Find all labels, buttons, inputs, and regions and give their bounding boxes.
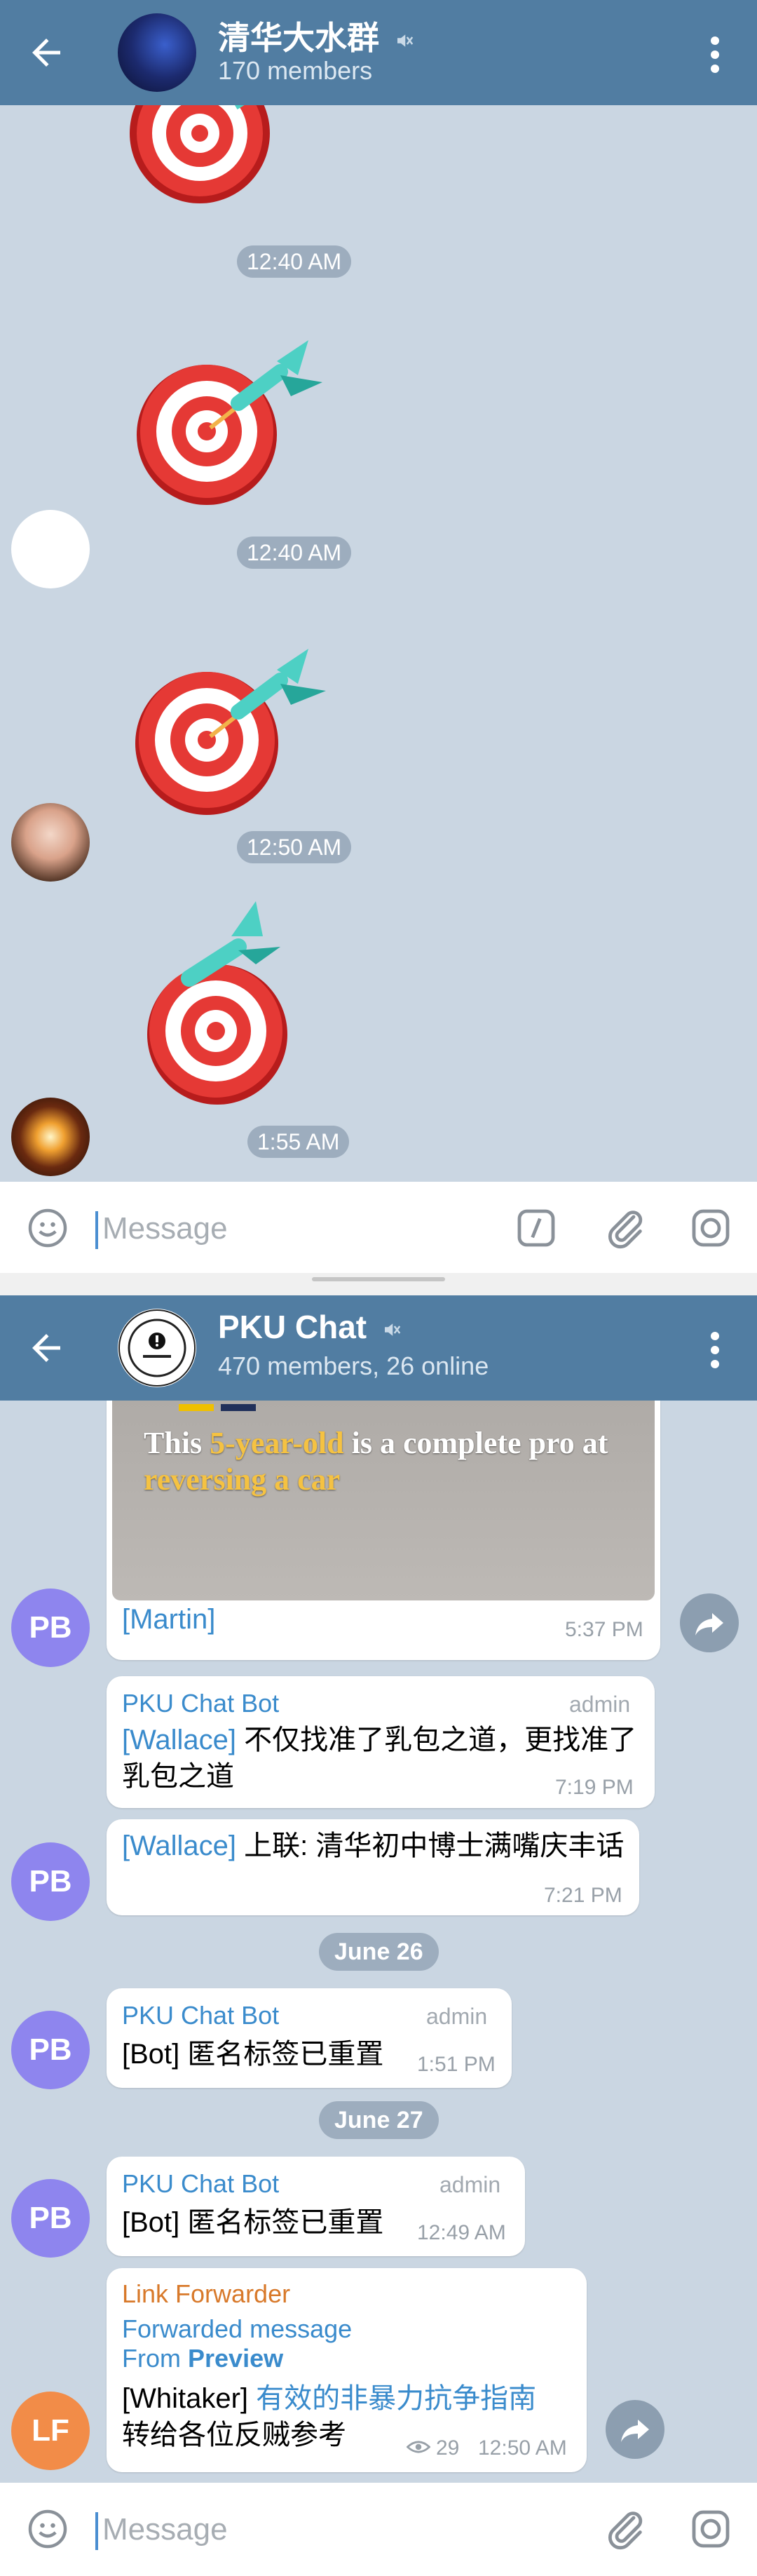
share-icon[interactable] xyxy=(680,1593,739,1652)
bottom-chat-header: PKU Chat 470 members, 26 online xyxy=(0,1295,757,1401)
text-caret xyxy=(95,2512,98,2550)
caption-bar-navy xyxy=(221,1404,256,1411)
dart-sticker[interactable] xyxy=(140,894,308,1105)
caption-bar-yellow xyxy=(179,1404,214,1411)
message-timestamp: 1:55 AM xyxy=(247,1126,350,1158)
admin-badge: admin xyxy=(569,1692,631,1717)
message-text: [Bot] 匿名标签已重置 xyxy=(122,2207,384,2238)
message-timestamp: 12:40 AM xyxy=(237,245,352,278)
split-divider[interactable] xyxy=(0,1273,757,1295)
date-separator: June 26 xyxy=(319,1933,439,1971)
message-input[interactable]: Message xyxy=(102,1211,228,1246)
message-time: 7:19 PM xyxy=(555,1776,634,1799)
message-bubble[interactable]: PKU Chat Bot admin [Bot] 匿名标签已重置 12:49 A… xyxy=(107,2157,525,2256)
avatar[interactable]: PB xyxy=(11,1842,90,1921)
back-arrow-icon[interactable] xyxy=(25,32,67,74)
sender-name[interactable]: Link Forwarder xyxy=(122,2279,290,2309)
bottom-chat-messages[interactable]: This 5-year-old is a complete pro at rev… xyxy=(0,1401,757,2483)
emoji-icon[interactable] xyxy=(27,1207,69,1249)
chat-title[interactable]: 清华大水群 xyxy=(218,13,415,59)
text-caret xyxy=(95,1211,98,1249)
top-chat-header: 清华大水群 170 members xyxy=(0,0,757,105)
message-time: 1:51 PM xyxy=(417,2053,496,2076)
message-time: 5:37 PM xyxy=(565,1618,643,1641)
message-timestamp: 12:50 AM xyxy=(237,831,352,863)
sender-name[interactable]: PKU Chat Bot xyxy=(122,1689,279,1718)
message-text[interactable]: [Martin] xyxy=(122,1604,215,1636)
camera-icon[interactable] xyxy=(688,2507,733,2551)
top-input-bar: Message xyxy=(0,1182,757,1274)
message-time: 12:50 AM xyxy=(478,2436,567,2460)
avatar[interactable]: LF xyxy=(11,2392,90,2470)
video-caption: This 5-year-old is a complete pro at rev… xyxy=(144,1426,608,1497)
avatar[interactable] xyxy=(11,510,90,588)
message-text: [Wallace] 上联: 清华初中博士满嘴庆丰话 xyxy=(122,1830,625,1861)
more-vert-icon[interactable] xyxy=(701,34,729,76)
bottom-input-bar: Message xyxy=(0,2483,757,2576)
member-count: 470 members, 26 online xyxy=(218,1351,489,1380)
message-text: [Bot] 匿名标签已重置 xyxy=(122,2039,384,2070)
more-vert-icon[interactable] xyxy=(701,1329,729,1371)
chat-title[interactable]: PKU Chat xyxy=(218,1308,402,1346)
message-time: 12:49 AM xyxy=(417,2221,506,2244)
sender-name[interactable]: PKU Chat Bot xyxy=(122,2001,279,2030)
mute-icon xyxy=(397,34,414,47)
message-timestamp: 12:40 AM xyxy=(237,537,352,569)
top-chat-messages[interactable]: 12:40 AM 12:40 AM 12:50 AM 1:55 AM xyxy=(0,105,757,1182)
message-input[interactable]: Message xyxy=(102,2512,228,2547)
message-bubble[interactable]: [Wallace] 上联: 清华初中博士满嘴庆丰话 7:21 PM xyxy=(107,1819,639,1915)
mute-icon xyxy=(384,1323,401,1336)
view-count: 29 xyxy=(436,2436,460,2460)
drag-handle[interactable] xyxy=(312,1277,445,1281)
avatar[interactable] xyxy=(11,803,90,882)
back-arrow-icon[interactable] xyxy=(25,1327,67,1369)
message-bubble[interactable]: PKU Chat Bot admin [Bot] 匿名标签已重置 1:51 PM xyxy=(107,1988,512,2088)
message-bubble[interactable]: PKU Chat Bot admin [Wallace] 不仅找准了乳包之道，更… xyxy=(107,1676,655,1808)
avatar[interactable] xyxy=(11,1098,90,1176)
bot-command-icon[interactable] xyxy=(514,1206,559,1250)
video-thumbnail[interactable]: This 5-year-old is a complete pro at rev… xyxy=(112,1401,655,1600)
attach-icon[interactable] xyxy=(603,2507,648,2551)
dart-sticker[interactable] xyxy=(133,319,336,522)
avatar[interactable]: PB xyxy=(11,2179,90,2258)
member-count: 170 members xyxy=(218,56,373,85)
message-link[interactable]: 有效的非暴力抗争指南 xyxy=(256,2383,536,2414)
sender-name[interactable]: PKU Chat Bot xyxy=(122,2169,279,2199)
forwarded-message-bubble[interactable]: Link Forwarder Forwarded message From Pr… xyxy=(107,2268,587,2472)
message-time: 7:21 PM xyxy=(544,1884,622,1907)
avatar[interactable]: PB xyxy=(11,1589,90,1667)
forwarded-from[interactable]: From Preview xyxy=(122,2344,283,2373)
forwarded-label: Forwarded message xyxy=(122,2314,353,2343)
group-avatar[interactable] xyxy=(118,1309,196,1387)
admin-badge: admin xyxy=(439,2172,501,2197)
share-icon[interactable] xyxy=(606,2400,664,2459)
dart-sticker[interactable] xyxy=(130,621,340,824)
camera-icon[interactable] xyxy=(688,1206,733,1250)
attach-icon[interactable] xyxy=(603,1206,648,1250)
avatar[interactable]: PB xyxy=(11,2011,90,2089)
admin-badge: admin xyxy=(426,2004,488,2029)
date-separator: June 27 xyxy=(319,2101,439,2139)
video-message-bubble[interactable]: This 5-year-old is a complete pro at rev… xyxy=(107,1401,660,1660)
dart-sticker[interactable] xyxy=(130,105,326,217)
group-avatar[interactable] xyxy=(118,13,196,92)
eye-icon xyxy=(407,2441,430,2453)
emoji-icon[interactable] xyxy=(27,2508,69,2550)
